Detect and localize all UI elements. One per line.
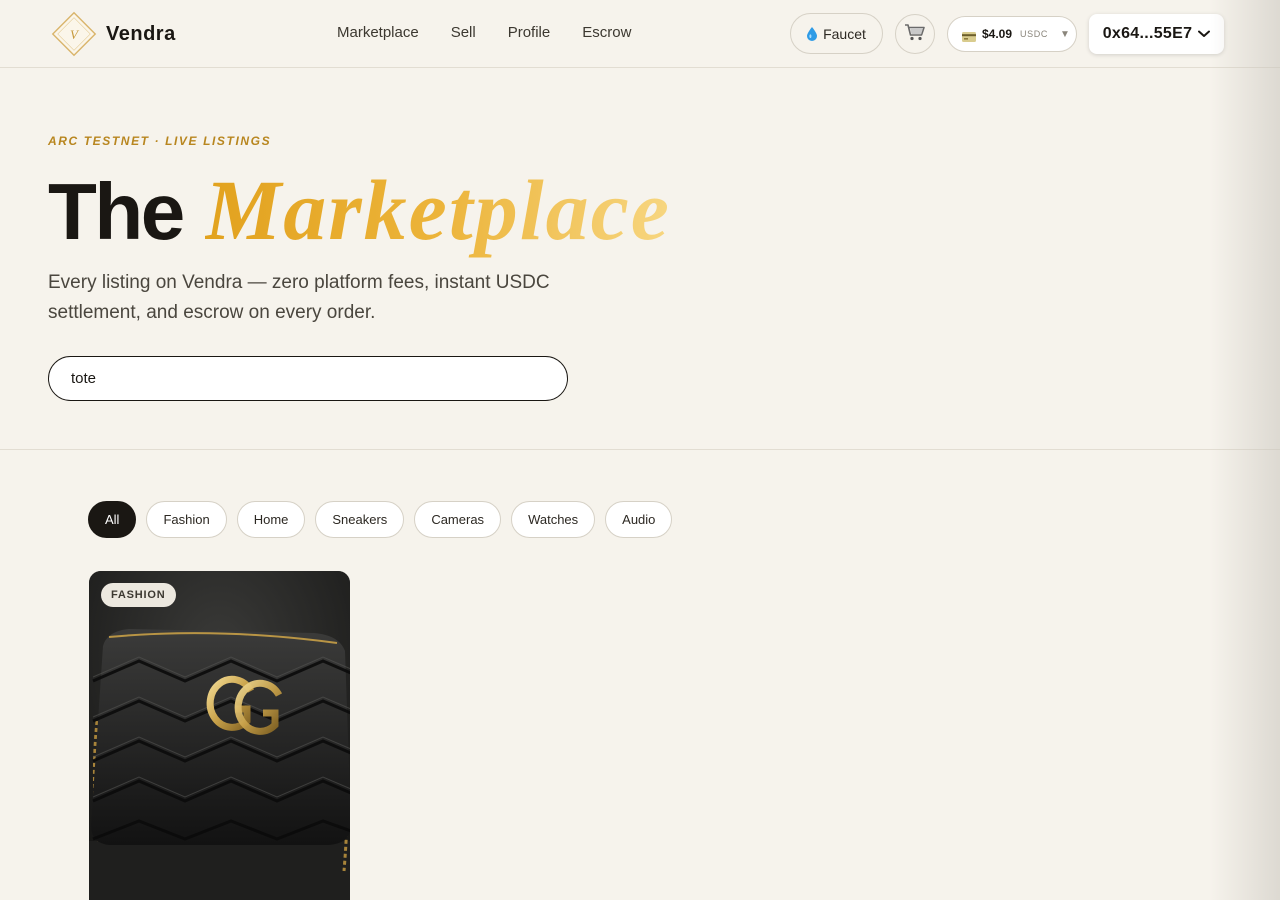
card-icon (962, 29, 976, 42)
category-badge: FASHION (101, 583, 176, 607)
nav-profile[interactable]: Profile (508, 24, 551, 41)
brand-logo[interactable]: V Vendra (48, 8, 176, 60)
filter-fashion[interactable]: Fashion (146, 501, 227, 538)
search-input[interactable] (48, 356, 568, 401)
droplet-icon (807, 26, 818, 41)
hero-subtitle: Every listing on Vendra — zero platform … (48, 272, 550, 323)
nav-marketplace[interactable]: Marketplace (337, 24, 419, 41)
faucet-label: Faucet (823, 25, 866, 42)
wallet-address: 0x64...55E7 (1102, 25, 1193, 42)
balance-unit: USDC (1020, 29, 1048, 39)
diamond-logo-icon: V (48, 8, 100, 60)
filter-audio[interactable]: Audio (605, 501, 673, 538)
filter-watches[interactable]: Watches (511, 501, 596, 538)
chevron-down-icon (1198, 25, 1211, 43)
category-filters: All Fashion Home Sneakers Cameras Watche… (88, 501, 673, 538)
filter-sneakers[interactable]: Sneakers (315, 501, 405, 538)
nav-sell[interactable]: Sell (451, 24, 476, 41)
product-image (89, 571, 350, 900)
nav-escrow[interactable]: Escrow (582, 24, 631, 41)
filter-home[interactable]: Home (236, 501, 306, 538)
faucet-button[interactable]: Faucet (790, 13, 883, 54)
brand-name: Vendra (106, 22, 176, 45)
hero-eyebrow: ARC TESTNET · LIVE LISTINGS (48, 134, 272, 148)
cart-button[interactable] (895, 14, 935, 54)
title-accent: Marketplace (204, 162, 671, 258)
title-plain: The (48, 167, 185, 256)
filter-all[interactable]: All (88, 501, 137, 538)
cart-icon (904, 23, 926, 46)
section-divider (0, 449, 1280, 450)
main-nav: Marketplace Sell Profile Escrow (337, 24, 631, 41)
filter-cameras[interactable]: Cameras (414, 501, 502, 538)
usdc-balance-button[interactable]: $4.09 USDC ▼ (947, 16, 1077, 52)
top-header: V Vendra Marketplace Sell Profile Escrow… (0, 0, 1280, 68)
balance-amount: $4.09 (982, 27, 1013, 41)
product-card[interactable]: FASHION (89, 571, 350, 900)
caret-down-icon: ▼ (1059, 28, 1070, 40)
page-title: The Marketplace (48, 160, 671, 258)
edge-shadow (1210, 0, 1280, 900)
wallet-button[interactable]: 0x64...55E7 (1089, 14, 1224, 54)
